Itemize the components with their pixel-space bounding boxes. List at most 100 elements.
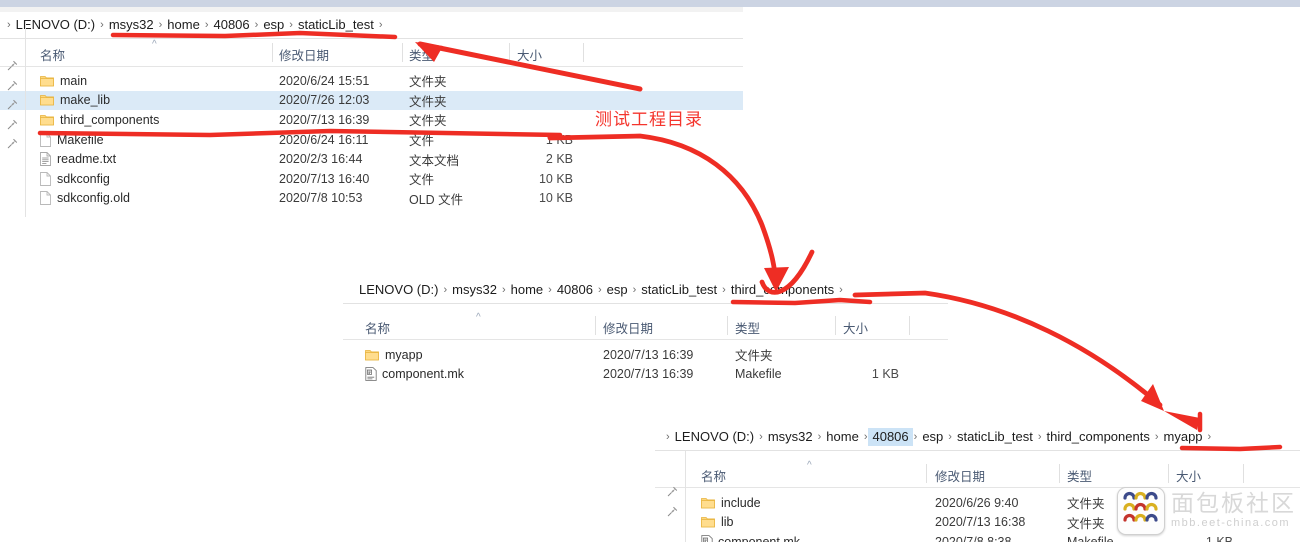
breadcrumb-segment-home[interactable]: home bbox=[822, 428, 863, 446]
address-bar-1[interactable]: › LENOVO (D:) › msys32 › home › 40806 › esp › stat… bbox=[0, 12, 743, 39]
annot-arrowhead-3 bbox=[1141, 384, 1164, 411]
breadcrumb-segment-third-components[interactable]: third_components bbox=[1043, 428, 1154, 446]
column-divider[interactable] bbox=[926, 464, 927, 483]
pin-icon bbox=[7, 100, 18, 110]
pin-icon[interactable] bbox=[667, 504, 678, 516]
breadcrumb-segment-staticlib-test[interactable]: staticLib_test bbox=[294, 16, 378, 34]
folder-icon bbox=[701, 516, 715, 528]
breadcrumb-segment-40806[interactable]: 40806 bbox=[553, 281, 597, 299]
column-header-type[interactable]: 类型 bbox=[409, 45, 434, 64]
pin-icon bbox=[667, 486, 678, 497]
column-divider[interactable] bbox=[583, 43, 584, 62]
breadcrumb-segment-lenovo-d[interactable]: LENOVO (D:) bbox=[355, 281, 442, 299]
column-header-size[interactable]: 大小 bbox=[843, 318, 868, 337]
breadcrumb-segment-40806[interactable]: 40806 bbox=[209, 16, 253, 34]
breadcrumb-segment-esp[interactable]: esp bbox=[259, 16, 288, 34]
file-name-cell[interactable]: third_components bbox=[40, 113, 159, 127]
pin-icon bbox=[7, 60, 18, 71]
file-row[interactable]: sdkconfig 2020/7/13 16:40 文件 10 KB bbox=[0, 169, 743, 189]
address-bar-2[interactable]: LENOVO (D:) › msys32 › home › 40806 › esp › static… bbox=[343, 277, 948, 304]
breadcrumb-segment-esp[interactable]: esp bbox=[603, 281, 632, 299]
column-header-size[interactable]: 大小 bbox=[517, 45, 542, 64]
breadcrumb-separator[interactable]: › bbox=[1207, 429, 1213, 445]
breadcrumb-segment-staticlib-test[interactable]: staticLib_test bbox=[637, 281, 721, 299]
breadcrumb-segment-40806[interactable]: 40806 bbox=[868, 428, 913, 446]
file-row[interactable]: sdkconfig.old 2020/7/8 10:53 OLD 文件 10 KB bbox=[0, 189, 743, 209]
column-header-date[interactable]: 修改日期 bbox=[935, 466, 985, 485]
file-name-text: sdkconfig.old bbox=[57, 191, 130, 206]
address-bar-3[interactable]: › LENOVO (D:) › msys32 › home › 40806 › esp › stat… bbox=[655, 424, 1300, 451]
file-date-cell: 2020/2/3 16:44 bbox=[279, 152, 363, 167]
breadcrumb-segment-msys32[interactable]: msys32 bbox=[105, 16, 158, 34]
column-header-size[interactable]: 大小 bbox=[1176, 466, 1201, 485]
column-header-type[interactable]: 类型 bbox=[1067, 466, 1092, 485]
breadcrumb-segment-home[interactable]: home bbox=[163, 16, 204, 34]
column-divider[interactable] bbox=[402, 43, 403, 62]
column-header-name[interactable]: 名称 bbox=[701, 466, 726, 485]
file-row[interactable]: component.mk 2020/7/13 16:39 Makefile 1 KB bbox=[343, 365, 948, 385]
column-divider[interactable] bbox=[272, 43, 273, 62]
makefile-icon bbox=[701, 535, 713, 542]
column-header-date[interactable]: 修改日期 bbox=[603, 318, 653, 337]
file-name-cell[interactable]: make_lib bbox=[40, 93, 110, 107]
breadcrumb-separator[interactable]: › bbox=[838, 282, 844, 298]
file-date-cell: 2020/7/26 12:03 bbox=[279, 93, 370, 108]
column-divider[interactable] bbox=[909, 316, 910, 335]
file-name-text: myapp bbox=[385, 347, 423, 362]
file-row[interactable]: main 2020/6/24 15:51 文件夹 bbox=[0, 71, 743, 91]
breadcrumb-segment-third-components[interactable]: third_components bbox=[727, 281, 838, 299]
file-name-cell[interactable]: main bbox=[40, 74, 87, 88]
column-header-type[interactable]: 类型 bbox=[735, 318, 760, 337]
file-name-cell[interactable]: sdkconfig bbox=[40, 172, 110, 186]
breadcrumb-segment-msys32[interactable]: msys32 bbox=[764, 428, 817, 446]
breadcrumb-segment-myapp[interactable]: myapp bbox=[1160, 428, 1207, 446]
breadcrumb-segment-home[interactable]: home bbox=[507, 281, 548, 299]
file-icon bbox=[40, 191, 51, 206]
column-header-name[interactable]: 名称 bbox=[365, 318, 390, 337]
column-divider[interactable] bbox=[1059, 464, 1060, 483]
file-row[interactable]: myapp 2020/7/13 16:39 文件夹 bbox=[343, 345, 948, 365]
column-divider[interactable] bbox=[835, 316, 836, 335]
column-header-name[interactable]: 名称 bbox=[40, 45, 65, 64]
file-name-text: component.mk bbox=[718, 534, 800, 542]
file-date-cell: 2020/6/24 15:51 bbox=[279, 73, 370, 88]
pin-icon[interactable] bbox=[7, 58, 18, 71]
column-header-date[interactable]: 修改日期 bbox=[279, 45, 329, 64]
file-row[interactable]: Makefile 2020/6/24 16:11 文件 1 KB bbox=[0, 130, 743, 150]
file-name-cell[interactable]: Makefile bbox=[40, 133, 104, 147]
file-name-cell[interactable]: readme.txt bbox=[40, 152, 116, 166]
file-name-cell[interactable]: lib bbox=[701, 515, 734, 529]
breadcrumb-segment-esp[interactable]: esp bbox=[918, 428, 947, 446]
file-name-text: main bbox=[60, 73, 88, 88]
breadcrumb-1: LENOVO (D:) › msys32 › home › 40806 › esp › static… bbox=[12, 16, 384, 34]
file-date-cell: 2020/7/13 16:38 bbox=[935, 515, 1026, 530]
file-name-cell[interactable]: myapp bbox=[365, 348, 423, 362]
breadcrumb-segment-staticlib-test[interactable]: staticLib_test bbox=[953, 428, 1037, 446]
file-icon bbox=[40, 171, 51, 186]
column-divider[interactable] bbox=[509, 43, 510, 62]
breadcrumb-segment-msys32[interactable]: msys32 bbox=[448, 281, 501, 299]
column-divider[interactable] bbox=[1168, 464, 1169, 483]
breadcrumb-separator[interactable]: › bbox=[378, 17, 384, 33]
pin-icon[interactable] bbox=[7, 117, 18, 130]
file-row[interactable]: readme.txt 2020/2/3 16:44 文本文档 2 KB bbox=[0, 149, 743, 169]
pin-icon[interactable] bbox=[7, 136, 18, 149]
pin-icon[interactable] bbox=[7, 78, 18, 90]
pin-icon[interactable] bbox=[7, 97, 18, 110]
pin-icon[interactable] bbox=[667, 484, 678, 497]
folder-icon bbox=[40, 94, 54, 106]
file-date-cell: 2020/7/8 10:53 bbox=[279, 191, 363, 206]
watermark-url: mbb.eet-china.com bbox=[1171, 517, 1291, 530]
column-divider[interactable] bbox=[595, 316, 596, 335]
file-type-cell: Makefile bbox=[735, 367, 782, 382]
file-name-cell[interactable]: component.mk bbox=[365, 367, 464, 381]
file-name-cell[interactable]: sdkconfig.old bbox=[40, 191, 130, 205]
file-name-cell[interactable]: include bbox=[701, 496, 761, 510]
watermark-logo-icon bbox=[1117, 487, 1165, 535]
window-chrome-band bbox=[0, 0, 1300, 7]
column-divider[interactable] bbox=[727, 316, 728, 335]
file-name-cell[interactable]: component.mk bbox=[701, 535, 800, 542]
watermark-title: 面包板社区 bbox=[1171, 491, 1296, 518]
column-divider[interactable] bbox=[1243, 464, 1244, 483]
breadcrumb-segment-lenovo-d[interactable]: LENOVO (D:) bbox=[671, 428, 758, 446]
